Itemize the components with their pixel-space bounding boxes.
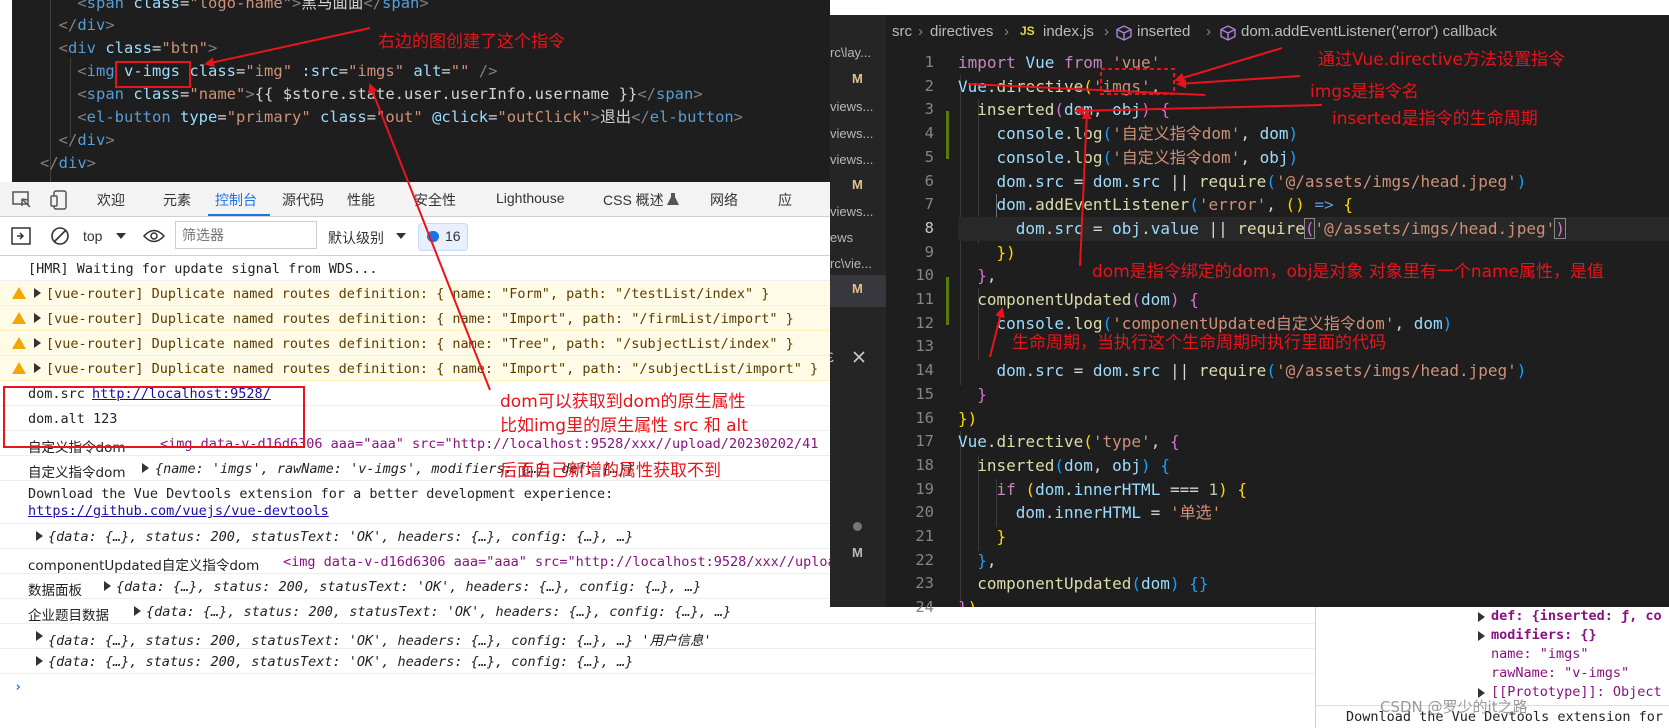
underline — [967, 83, 1206, 96]
arrow — [1079, 109, 1092, 267]
annotation-label: inserted是指令的生命周期 — [1332, 109, 1538, 129]
watermark: CSDN @罗少的it之路 — [1380, 698, 1528, 716]
v-imgs-highlight-box — [115, 61, 191, 88]
annotation-label: imgs是指令名 — [1310, 82, 1419, 102]
annotation-label: dom可以获取到dom的原生属性 — [500, 392, 746, 412]
arrow — [368, 83, 491, 391]
annotation-label: 右边的图创建了这个指令 — [378, 32, 565, 52]
arrow — [1176, 75, 1301, 89]
dom-attrs-highlight-box — [3, 386, 305, 448]
annotation-label: 后面自己新增的属性获取不到 — [500, 461, 721, 481]
annotation-label: 比如img里的原生属性 src 和 alt — [500, 416, 748, 436]
arrow — [1174, 47, 1283, 83]
annotation-label: dom是指令绑定的dom，obj是对象 对象里有一个name属性，是值 — [1092, 262, 1605, 282]
annotation-label: 通过Vue.directive方法设置指令 — [1318, 50, 1565, 70]
annotation-label: 生命周期，当执行这个生命周期时执行里面的代码 — [1012, 333, 1386, 353]
arrow — [1074, 104, 1323, 116]
arrow — [204, 27, 371, 68]
arrow — [989, 307, 1005, 358]
